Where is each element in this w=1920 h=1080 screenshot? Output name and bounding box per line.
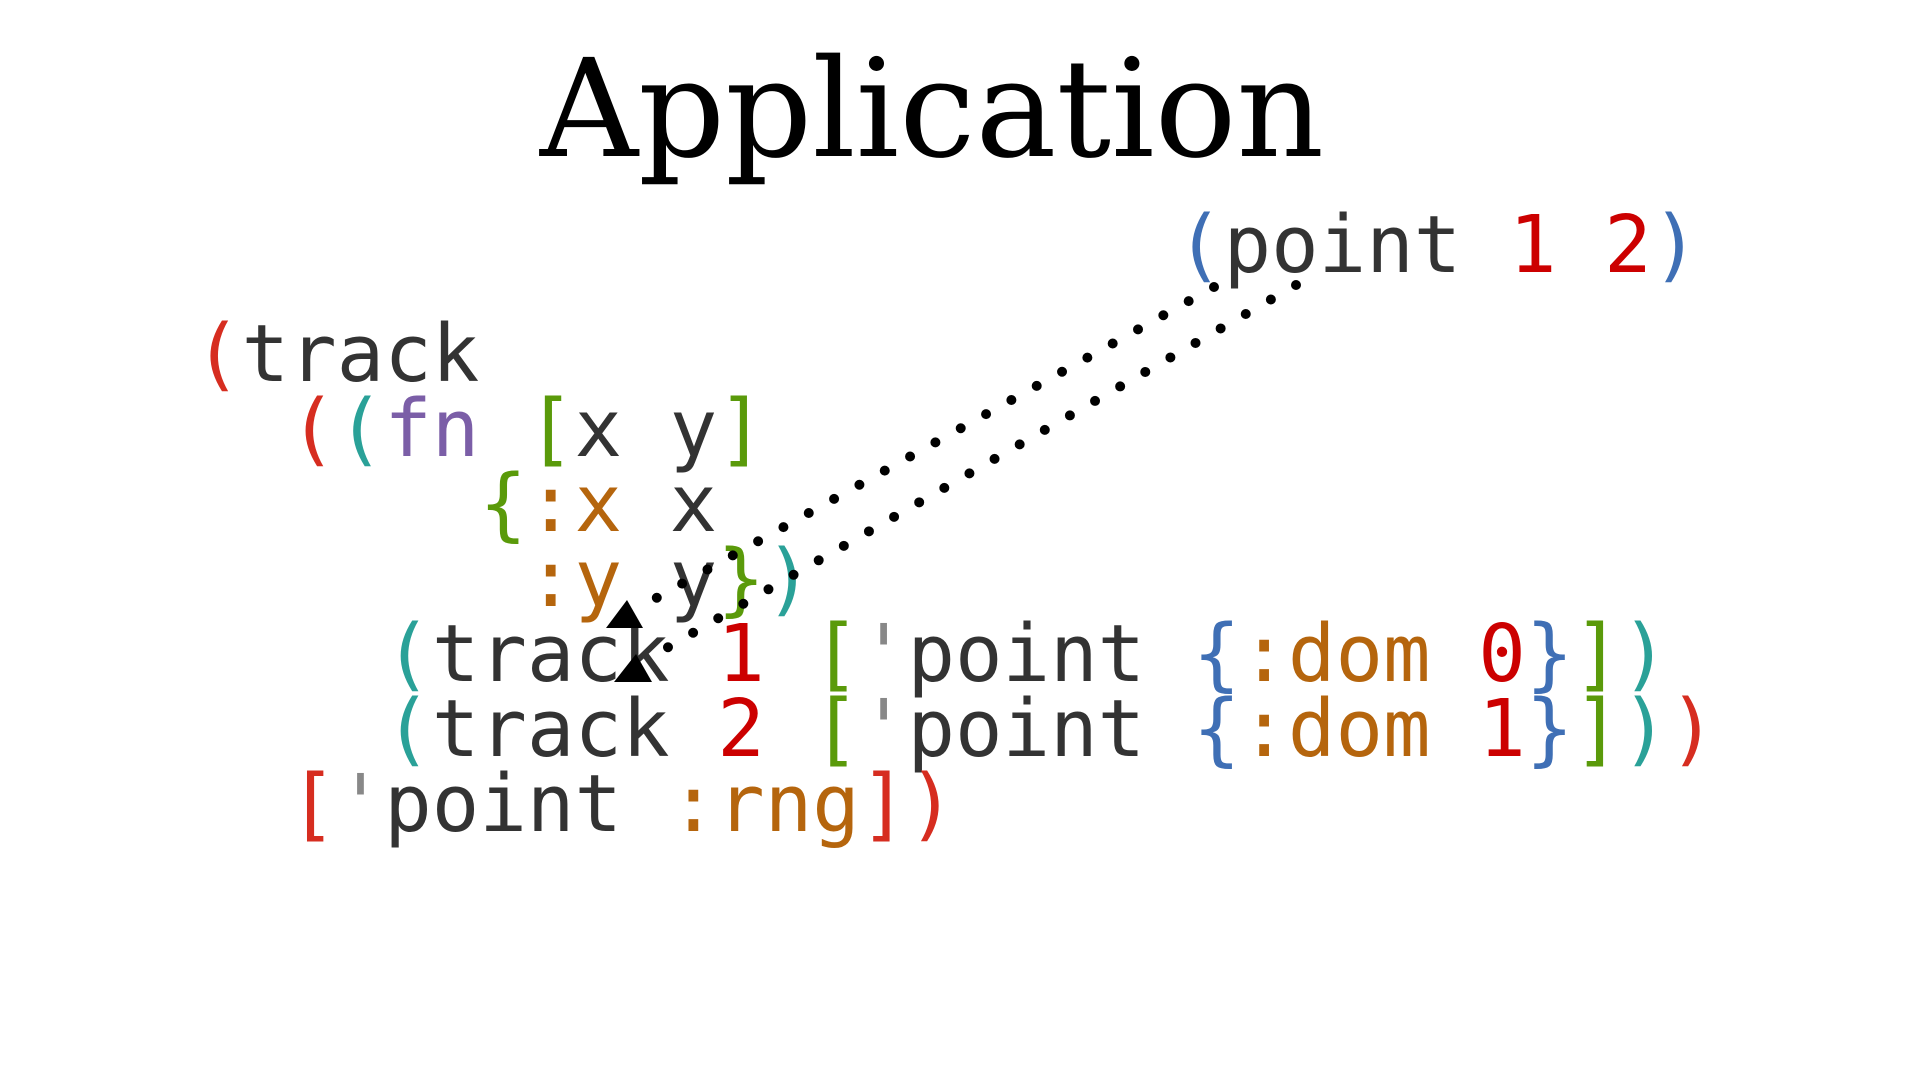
- code-token: ): [1668, 683, 1716, 775]
- code-token: 1: [1508, 199, 1557, 291]
- code-token: point: [384, 758, 623, 850]
- code-token: :dom: [1240, 683, 1431, 775]
- code-token: ': [336, 758, 385, 850]
- code-token: ): [907, 758, 955, 850]
- slide: Application (point 1 2) (track ((fn [x y…: [0, 0, 1920, 1080]
- code-token: ): [1651, 199, 1700, 291]
- code-token: ]: [859, 758, 908, 850]
- code-token: 1: [1478, 683, 1526, 775]
- slide-title: Application: [539, 31, 1325, 189]
- code-token: [: [289, 758, 337, 850]
- code-token: :rng: [669, 758, 860, 850]
- code-token: {: [1192, 683, 1241, 775]
- code-token: point: [1223, 199, 1462, 291]
- code-token: ]: [717, 383, 765, 475]
- code-token: (: [1176, 199, 1224, 291]
- code-line-7: ['point :rng]): [194, 765, 955, 844]
- code-token: }: [1525, 683, 1574, 775]
- code-token: 2: [1604, 199, 1652, 291]
- code-token: ): [1620, 683, 1669, 775]
- point-call-expression: (point 1 2): [1176, 206, 1699, 285]
- code-token: ]: [1573, 683, 1621, 775]
